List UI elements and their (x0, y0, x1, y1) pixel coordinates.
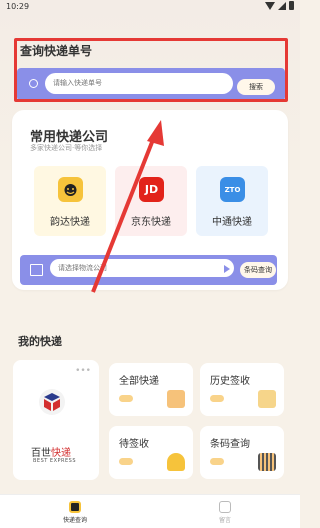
company-yunda[interactable]: 韵达快递 (34, 166, 106, 236)
tab-label: 留言 (218, 517, 231, 524)
company-name: 京东快递 (131, 217, 171, 228)
jd-logo-text: JD (144, 183, 159, 196)
barcode-query-tile[interactable]: 条码查询 (200, 426, 284, 479)
barcode-query-button[interactable]: 条码查询 (240, 262, 276, 278)
message-tab-icon (219, 501, 231, 513)
status-bar: 10:29 (0, 0, 300, 14)
zto-logo-icon: ZTO (220, 177, 245, 202)
zto-logo-text: ZTO (224, 185, 241, 194)
company-name: 韵达快递 (50, 217, 90, 228)
wifi-icon (265, 1, 275, 10)
bottom-tab-bar: 快递查询 留言 (0, 494, 300, 528)
history-signed-tile[interactable]: 历史签收 (200, 363, 284, 416)
highlight-box (14, 38, 288, 102)
arrow-pill-icon (210, 458, 224, 465)
tile-label: 全部快递 (119, 376, 159, 387)
best-express-english: BEST EXPRESS (33, 458, 76, 464)
tab-label: 快递查询 (62, 517, 87, 524)
company-zto[interactable]: ZTO 中通快递 (196, 166, 268, 236)
status-time: 10:29 (6, 2, 30, 11)
tile-label: 条码查询 (210, 439, 250, 450)
my-express-title: 我的快递 (18, 335, 62, 348)
tile-label: 待签收 (119, 439, 149, 450)
logistics-company-select[interactable] (50, 259, 234, 277)
arrow-pill-icon (119, 458, 133, 465)
barcode-icon (258, 453, 276, 471)
tab-express-query[interactable]: 快递查询 (0, 495, 150, 528)
all-express-tile[interactable]: 全部快递 (109, 363, 193, 416)
bell-icon (167, 453, 185, 471)
pending-sign-tile[interactable]: 待签收 (109, 426, 193, 479)
signal-icon (278, 1, 286, 10)
tab-message[interactable]: 留言 (150, 495, 300, 528)
arrow-pill-icon (119, 395, 133, 402)
best-express-name: 百世快递 (31, 444, 71, 459)
box-icon (167, 390, 185, 408)
company-jd[interactable]: JD 京东快递 (115, 166, 187, 236)
more-dots-icon[interactable]: ••• (75, 366, 91, 376)
jd-logo-icon: JD (139, 177, 164, 202)
dropdown-arrow-icon[interactable] (224, 265, 230, 273)
common-companies-subtitle: 多家快递公司·等你选择 (30, 144, 103, 152)
company-name: 中通快递 (212, 217, 252, 228)
building-icon (30, 264, 43, 276)
clipboard-icon (258, 390, 276, 408)
arrow-pill-icon (210, 395, 224, 402)
best-express-logo-icon (39, 389, 65, 415)
tile-label: 历史签收 (210, 376, 250, 387)
parcel-tab-icon (69, 501, 81, 513)
battery-icon (289, 1, 294, 10)
yunda-logo-icon (58, 177, 83, 202)
